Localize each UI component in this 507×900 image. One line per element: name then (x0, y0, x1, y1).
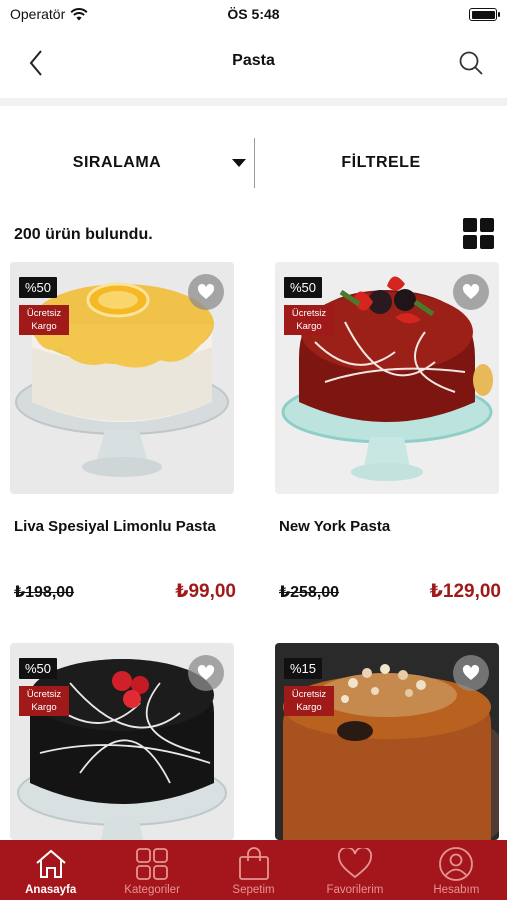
heart-icon (462, 284, 480, 299)
sort-filter-bar: SIRALAMA FİLTRELE (0, 138, 507, 188)
old-price: ₺198,00 (14, 584, 75, 601)
product-image[interactable]: %50 Ücretsiz Kargo (10, 262, 234, 494)
home-icon (36, 849, 66, 878)
grid-icon (463, 218, 477, 232)
tab-label: Kategoriler (124, 884, 180, 896)
results-row: 200 ürün bulundu. (0, 216, 507, 252)
favorite-button[interactable] (453, 655, 489, 691)
heart-icon (462, 665, 480, 680)
sort-label: SIRALAMA (72, 154, 162, 171)
filter-label: FİLTRELE (341, 154, 421, 171)
result-count: 200 ürün bulundu. (14, 226, 153, 243)
grid-view-toggle[interactable] (463, 218, 495, 250)
sale-price: ₺129,00 (429, 581, 501, 602)
back-button[interactable] (18, 45, 54, 81)
old-price: ₺258,00 (279, 584, 340, 601)
heart-icon (197, 665, 215, 680)
bag-icon (238, 847, 269, 880)
discount-badge: %15 (284, 658, 323, 679)
search-icon (459, 51, 483, 75)
product-name[interactable]: New York Pasta (279, 518, 390, 535)
free-shipping-badge: Ücretsiz Kargo (284, 686, 334, 716)
heart-outline-icon (337, 848, 372, 879)
caret-down-icon (232, 159, 246, 167)
free-shipping-badge: Ücretsiz Kargo (284, 305, 334, 335)
product-image[interactable]: %50 Ücretsiz Kargo (275, 262, 499, 494)
filter-button[interactable]: FİLTRELE (255, 138, 507, 188)
product-image[interactable]: %15 Ücretsiz Kargo (275, 643, 499, 840)
tab-categories[interactable]: Kategoriler (101, 840, 202, 900)
free-shipping-badge: Ücretsiz Kargo (19, 686, 69, 716)
page-title: Pasta (232, 52, 275, 69)
bottom-tab-bar: Anasayfa Kategoriler Sepetim Favorilerim… (0, 840, 507, 900)
favorite-button[interactable] (453, 274, 489, 310)
chevron-left-icon (29, 50, 42, 76)
status-bar: Operatör ÖS 5:48 (0, 0, 507, 28)
account-icon (439, 847, 474, 881)
tab-account[interactable]: Hesabım (406, 840, 507, 900)
nav-bar: Pasta (0, 28, 507, 98)
heart-icon (197, 284, 215, 299)
tab-favorites[interactable]: Favorilerim (304, 840, 405, 900)
tab-label: Sepetim (232, 884, 275, 896)
battery-icon (469, 8, 500, 21)
tab-cart[interactable]: Sepetim (203, 840, 304, 900)
favorite-button[interactable] (188, 274, 224, 310)
free-shipping-badge: Ücretsiz Kargo (19, 305, 69, 335)
tab-label: Hesabım (433, 884, 480, 896)
product-name[interactable]: Liva Spesiyal Limonlu Pasta (14, 518, 216, 535)
discount-badge: %50 (19, 658, 58, 679)
sort-button[interactable]: SIRALAMA (0, 138, 254, 188)
header-divider (0, 98, 507, 106)
product-image[interactable]: %50 Ücretsiz Kargo (10, 643, 234, 840)
sale-price: ₺99,00 (175, 581, 236, 602)
clock: ÖS 5:48 (227, 6, 280, 22)
discount-badge: %50 (284, 277, 323, 298)
search-button[interactable] (453, 45, 489, 81)
discount-badge: %50 (19, 277, 58, 298)
tab-label: Anasayfa (25, 884, 77, 896)
favorite-button[interactable] (188, 655, 224, 691)
categories-icon (136, 848, 169, 880)
tab-home[interactable]: Anasayfa (0, 840, 101, 900)
tab-label: Favorilerim (326, 884, 384, 896)
